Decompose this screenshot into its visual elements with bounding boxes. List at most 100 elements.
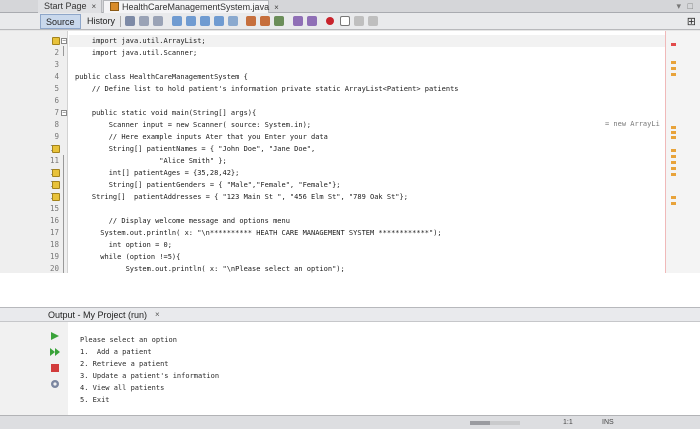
- line-number: 16: [49, 216, 59, 225]
- editor-toolbar: Source History ⊞: [0, 13, 700, 30]
- code-line[interactable]: import java.util.Scanner;: [75, 47, 197, 59]
- previous-bookmark-icon[interactable]: [246, 16, 256, 26]
- code-line[interactable]: String[] patientAddresses = { "123 Main …: [75, 191, 408, 203]
- tab-start-page-close-icon[interactable]: ×: [92, 2, 97, 11]
- last-edit-icon[interactable]: [125, 16, 135, 26]
- editor-tab-bar: Start Page × HealthCareManagementSystem.j…: [0, 0, 700, 13]
- gutter-row: 12: [0, 167, 68, 179]
- output-tab-close-icon[interactable]: ×: [155, 309, 160, 321]
- tab-start-page[interactable]: Start Page ×: [38, 0, 102, 13]
- forward-icon[interactable]: [153, 16, 163, 26]
- toggle-bookmark-icon[interactable]: [274, 16, 284, 26]
- stop-macro-recording-icon[interactable]: [340, 16, 350, 26]
- code-line[interactable]: // Display welcome message and options m…: [75, 215, 290, 227]
- add-editor-button[interactable]: ⊞: [687, 15, 696, 28]
- line-number: 19: [49, 252, 59, 261]
- line-number: 18: [49, 240, 59, 249]
- gutter-row: 14: [0, 191, 68, 203]
- stripe-marker[interactable]: [671, 173, 676, 176]
- output-line: 2. Retrieve a patient: [80, 360, 169, 368]
- comment-icon[interactable]: [354, 16, 364, 26]
- shift-left-icon[interactable]: [293, 16, 303, 26]
- stripe-marker[interactable]: [671, 161, 676, 164]
- code-line[interactable]: Scanner input = new Scanner( source: Sys…: [75, 119, 311, 131]
- code-line[interactable]: // Define list to hold patient's informa…: [75, 83, 459, 95]
- code-area[interactable]: import java.util.ArrayList; import java.…: [69, 31, 665, 273]
- back-icon[interactable]: [139, 16, 149, 26]
- gutter-row: 15: [0, 203, 68, 215]
- stripe-marker[interactable]: [671, 196, 676, 199]
- stop-icon[interactable]: [50, 360, 60, 372]
- gutter-row: 19: [0, 251, 68, 263]
- code-line[interactable]: while (option !=5){: [75, 251, 180, 263]
- progress-fill: [470, 421, 490, 425]
- caret-position: 1:1: [563, 419, 573, 426]
- shift-right-icon[interactable]: [307, 16, 317, 26]
- uncomment-icon[interactable]: [368, 16, 378, 26]
- history-view-tab[interactable]: History: [82, 14, 120, 29]
- stripe-marker[interactable]: [671, 131, 676, 134]
- gutter-row: 16: [0, 215, 68, 227]
- code-line[interactable]: // Here example inputs Ater that you Ent…: [75, 131, 328, 143]
- line-number: 4: [54, 72, 59, 81]
- warning-icon[interactable]: [52, 145, 60, 153]
- rerun-with-options-icon[interactable]: [50, 344, 60, 356]
- output-tab-title[interactable]: Output - My Project (run): [48, 309, 147, 321]
- code-editor[interactable]: 1−234567−891011121314151617181920 import…: [0, 31, 700, 273]
- stripe-marker[interactable]: [671, 43, 676, 46]
- code-line[interactable]: System.out.println( x: "\nPlease select …: [75, 263, 345, 273]
- fold-toggle-icon[interactable]: −: [61, 38, 67, 44]
- gutter-row: 18: [0, 239, 68, 251]
- output-line: Please select an option: [80, 336, 177, 344]
- stripe-marker[interactable]: [671, 67, 676, 70]
- toolbar-divider: [120, 16, 121, 27]
- error-stripe[interactable]: [666, 31, 700, 273]
- source-view-tab[interactable]: Source: [40, 14, 81, 29]
- start-macro-recording-icon[interactable]: [326, 17, 334, 25]
- stripe-marker[interactable]: [671, 149, 676, 152]
- find-selection-icon[interactable]: [172, 16, 182, 26]
- stripe-marker[interactable]: [671, 61, 676, 64]
- stripe-marker[interactable]: [671, 167, 676, 170]
- code-line[interactable]: int[] patientAges = {35,28,42};: [75, 167, 240, 179]
- gutter-row: 10: [0, 143, 68, 155]
- warning-icon[interactable]: [52, 193, 60, 201]
- code-line[interactable]: int option = 0;: [75, 239, 172, 251]
- stripe-marker[interactable]: [671, 73, 676, 76]
- output-panel: Output - My Project (run) × Please selec…: [0, 307, 700, 428]
- warning-icon[interactable]: [52, 169, 60, 177]
- line-number: 2: [54, 48, 59, 57]
- code-line[interactable]: "Alice Smith" };: [75, 155, 226, 167]
- insert-mode[interactable]: INS: [602, 417, 614, 429]
- code-line[interactable]: import java.util.ArrayList;: [75, 35, 206, 47]
- settings-icon[interactable]: [50, 376, 60, 388]
- rerun-icon[interactable]: [50, 328, 60, 340]
- code-line[interactable]: public class HealthCareManagementSystem …: [75, 71, 248, 83]
- toggle-rectangular-selection-icon[interactable]: [228, 16, 238, 26]
- stripe-marker[interactable]: [671, 155, 676, 158]
- line-number: 5: [54, 84, 59, 93]
- gutter-row: 6: [0, 95, 68, 107]
- stripe-marker[interactable]: [671, 136, 676, 139]
- stripe-marker[interactable]: [671, 202, 676, 205]
- tab-healthcare-file-close-icon[interactable]: ×: [274, 3, 279, 12]
- code-line[interactable]: public static void main(String[] args){: [75, 107, 256, 119]
- find-next-icon[interactable]: [200, 16, 210, 26]
- code-line[interactable]: System.out.println( x: "\n********** HEA…: [75, 227, 441, 239]
- gutter-row: 7−: [0, 107, 68, 119]
- find-previous-icon[interactable]: [186, 16, 196, 26]
- warning-icon[interactable]: [52, 181, 60, 189]
- fold-toggle-icon[interactable]: −: [61, 110, 67, 116]
- toggle-highlight-icon[interactable]: [214, 16, 224, 26]
- gutter-row: 3: [0, 59, 68, 71]
- line-number: 6: [54, 96, 59, 105]
- code-line[interactable]: String[] patientNames = { "John Doe", "J…: [75, 143, 316, 155]
- stripe-marker[interactable]: [671, 126, 676, 129]
- status-bar: 1:1 INS: [0, 415, 700, 429]
- warning-icon[interactable]: [52, 37, 60, 45]
- next-bookmark-icon[interactable]: [260, 16, 270, 26]
- window-controls[interactable]: ▾ □: [677, 1, 695, 12]
- code-line[interactable]: String[] patientGenders = { "Male","Fema…: [75, 179, 341, 191]
- gutter-row: 8: [0, 119, 68, 131]
- tab-healthcare-file[interactable]: HealthCareManagementSystem.java ×: [103, 0, 279, 13]
